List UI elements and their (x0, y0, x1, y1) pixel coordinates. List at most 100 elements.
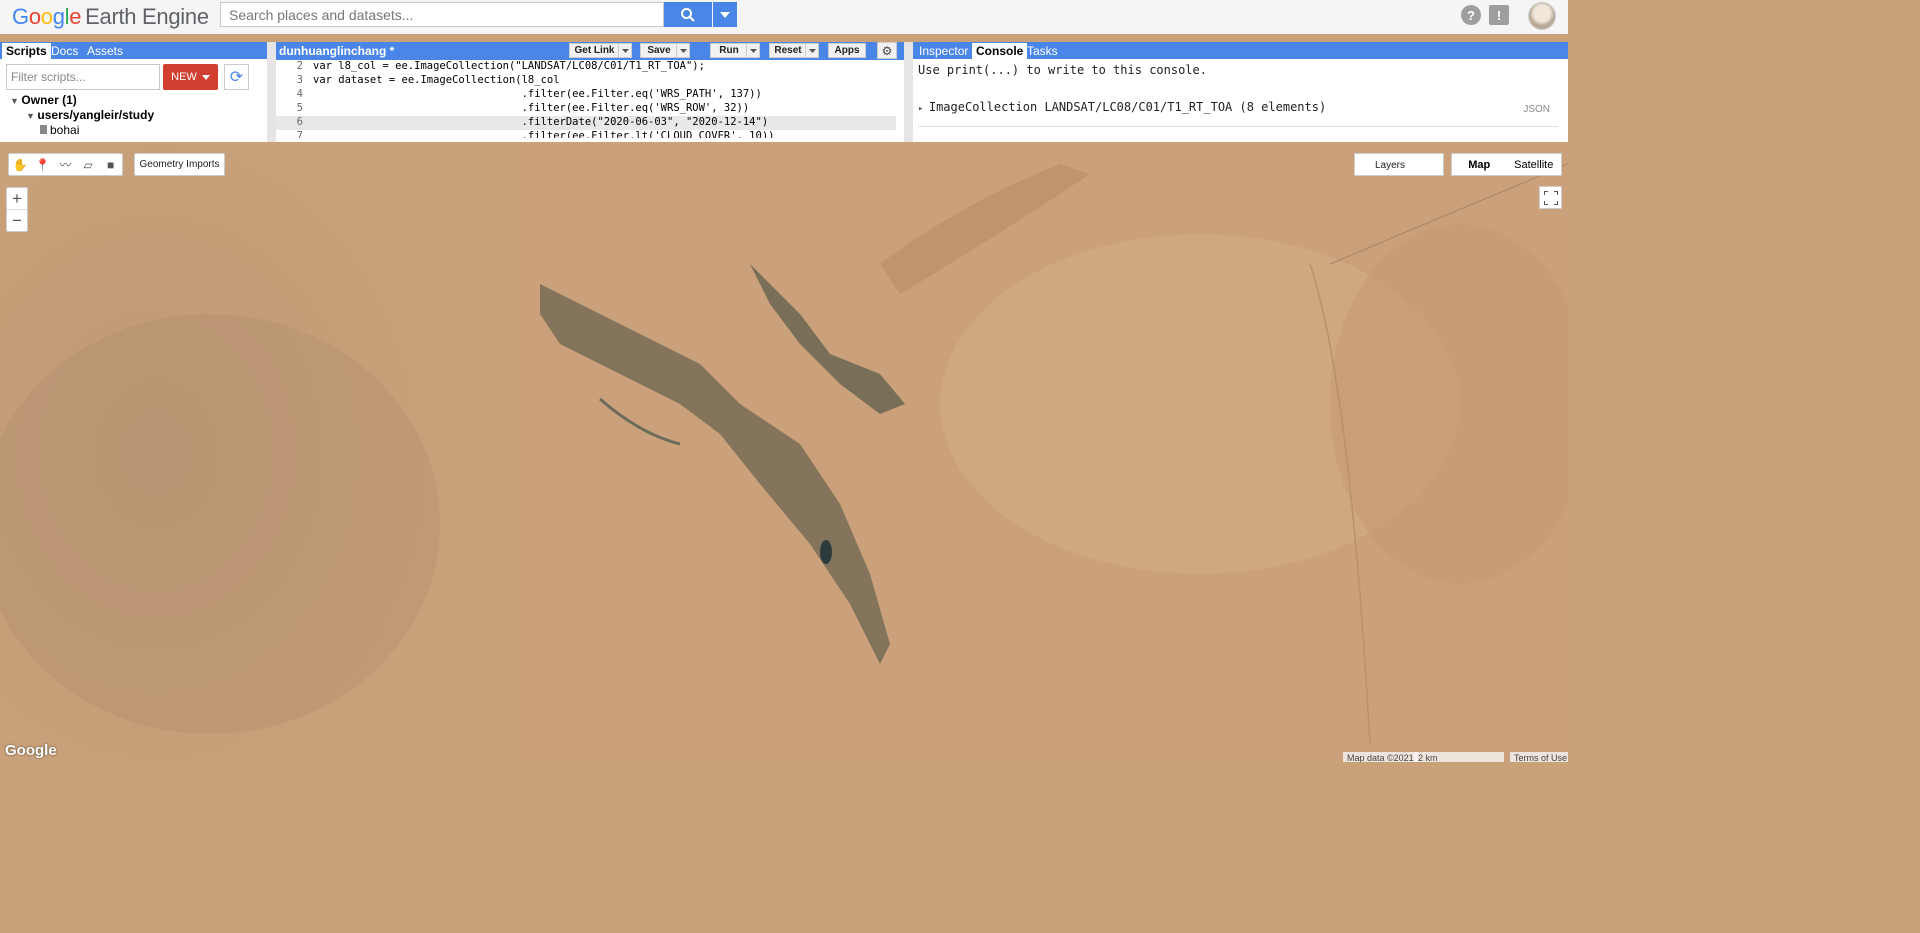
get-link-button[interactable]: Get Link (569, 43, 620, 58)
search-button[interactable] (664, 2, 712, 27)
tree-item-folder[interactable]: ▼ users/yangleir/study (10, 108, 154, 123)
code-area[interactable]: 2 var l8_col = ee.ImageCollection("LANDSA… (276, 60, 904, 138)
new-button-label: NEW (171, 71, 197, 83)
refresh-icon[interactable]: ⟳ (224, 64, 249, 90)
tab-tasks[interactable]: Tasks (1023, 43, 1062, 59)
line-number: 7 (296, 130, 303, 138)
earth-engine-logo[interactable]: Google Earth Engine (12, 4, 209, 30)
editor-toolbar: dunhuanglinchang * Get Link Save Run Res… (276, 42, 904, 60)
polygon-icon[interactable]: ▱ (77, 154, 100, 175)
run-button[interactable]: Run (710, 43, 748, 58)
chevron-down-icon (720, 11, 730, 18)
console-output-item[interactable]: ▸ ImageCollection LANDSAT/LC08/C01/T1_RT… (918, 100, 1326, 114)
tab-console[interactable]: Console (972, 43, 1028, 59)
console-hint: Use print(...) to write to this console. (918, 63, 1207, 77)
zoom-control: + − (6, 187, 28, 232)
code-line: 3 var dataset = ee.ImageCollection(l8_col (276, 74, 896, 88)
fullscreen-glyph (1543, 190, 1558, 205)
logo-letter: e (69, 4, 82, 29)
code-text: .filter(ee.Filter.eq('WRS_ROW', 32)) (313, 102, 750, 114)
search-dropdown-button[interactable] (713, 2, 737, 27)
logo-letter: o (28, 4, 41, 29)
help-icon[interactable]: ? (1461, 5, 1481, 25)
run-dropdown[interactable] (746, 43, 760, 58)
chevron-down-icon (808, 48, 816, 53)
scripts-panel: Scripts Docs Assets Filter scripts... NE… (0, 42, 267, 142)
code-line: 7 .filter(ee.Filter.lt('CLOUD_COVER', 10… (276, 130, 896, 138)
google-watermark: Google (5, 742, 57, 759)
code-line-current: 6 .filterDate("2020-06-03", "2020-12-14"… (276, 116, 896, 130)
tab-scripts[interactable]: Scripts (2, 43, 51, 59)
avatar[interactable] (1528, 2, 1556, 30)
tree-item-label: Owner (1) (21, 93, 77, 107)
console-tabbar: Inspector Console Tasks (913, 42, 1568, 59)
code-editor-panel: dunhuanglinchang * Get Link Save Run Res… (276, 42, 904, 142)
line-number: 6 (296, 116, 303, 128)
reset-button[interactable]: Reset (769, 43, 807, 58)
satellite-imagery (0, 144, 1568, 762)
tab-docs[interactable]: Docs (47, 43, 82, 59)
fullscreen-icon[interactable] (1539, 186, 1562, 209)
rectangle-icon[interactable]: ■ (99, 154, 122, 175)
code-text: .filter(ee.Filter.lt('CLOUD_COVER', 10)) (313, 130, 775, 138)
map-type-button[interactable]: Map (1452, 154, 1507, 175)
feedback-icon[interactable]: ! (1489, 5, 1509, 25)
get-link-dropdown[interactable] (618, 43, 632, 58)
apps-button[interactable]: Apps (828, 43, 866, 58)
map-scale: 2 km (1414, 752, 1504, 762)
line-number: 5 (296, 102, 303, 114)
tab-inspector[interactable]: Inspector (915, 43, 972, 59)
tab-assets[interactable]: Assets (83, 43, 127, 59)
file-icon (40, 125, 47, 134)
tree-item-owner[interactable]: ▼ Owner (1) (10, 93, 154, 108)
file-title[interactable]: dunhuanglinchang * (279, 44, 394, 58)
search-input[interactable]: Search places and datasets... (220, 2, 664, 27)
zoom-in-button[interactable]: + (7, 188, 27, 210)
geometry-imports-button[interactable]: Geometry Imports (134, 153, 225, 176)
tree-item-file[interactable]: bohai (10, 123, 154, 138)
save-button[interactable]: Save (640, 43, 678, 58)
hand-icon[interactable]: ✋ (9, 154, 32, 175)
satellite-type-button[interactable]: Satellite (1507, 154, 1562, 175)
layers-button[interactable]: Layers (1354, 153, 1444, 176)
code-line: 2 var l8_col = ee.ImageCollection("LANDSA… (276, 60, 896, 74)
panel-resize-handle[interactable] (267, 42, 276, 142)
code-text: var dataset = ee.ImageCollection(l8_col (313, 74, 560, 86)
map-attribution: Map data ©2021 (1343, 752, 1418, 762)
panel-resize-handle[interactable] (904, 42, 913, 142)
code-text: .filter(ee.Filter.eq('WRS_PATH', 137)) (313, 88, 762, 100)
line-icon[interactable]: 〰 (54, 154, 77, 175)
code-line: 4 .filter(ee.Filter.eq('WRS_PATH', 137)) (276, 88, 896, 102)
terms-link[interactable]: Terms of Use (1510, 752, 1568, 762)
code-line: 5 .filter(ee.Filter.eq('WRS_ROW', 32)) (276, 102, 896, 116)
tree-item-label: users/yangleir/study (37, 108, 155, 122)
line-number: 4 (296, 88, 303, 100)
scale-label: 2 km (1418, 753, 1438, 762)
code-text: .filterDate("2020-06-03", "2020-12-14") (313, 116, 769, 128)
chevron-down-icon (621, 48, 629, 53)
console-item-text: ImageCollection LANDSAT/LC08/C01/T1_RT_T… (928, 100, 1327, 114)
map-canvas[interactable]: ✋ 📍 〰 ▱ ■ Geometry Imports + − Layers Ma… (0, 144, 1568, 762)
marker-icon[interactable]: 📍 (32, 154, 55, 175)
logo-product-name: Earth Engine (85, 4, 209, 29)
chevron-down-icon (201, 74, 210, 80)
filter-scripts-input[interactable]: Filter scripts... (6, 64, 160, 90)
logo-letter: G (12, 4, 29, 29)
logo-letter: g (52, 4, 65, 29)
scripts-tabbar: Scripts Docs Assets (0, 42, 267, 59)
console-separator (918, 126, 1558, 127)
reset-dropdown[interactable] (805, 43, 819, 58)
expand-arrow-icon[interactable]: ▸ (918, 104, 929, 114)
triangle-down-icon: ▼ (26, 111, 38, 121)
code-text: var l8_col = ee.ImageCollection("LANDSAT… (313, 60, 705, 72)
save-dropdown[interactable] (676, 43, 690, 58)
top-header: Google Earth Engine Search places and dat… (0, 0, 1568, 34)
search-icon (681, 7, 695, 22)
tree-item-label: bohai (50, 123, 80, 137)
json-link[interactable]: JSON (1523, 104, 1550, 115)
new-button[interactable]: NEW (163, 64, 218, 90)
zoom-out-button[interactable]: − (7, 210, 27, 232)
drawing-tools: ✋ 📍 〰 ▱ ■ (8, 153, 123, 176)
logo-letter: o (40, 4, 53, 29)
gear-icon[interactable]: ⚙ (877, 42, 897, 59)
